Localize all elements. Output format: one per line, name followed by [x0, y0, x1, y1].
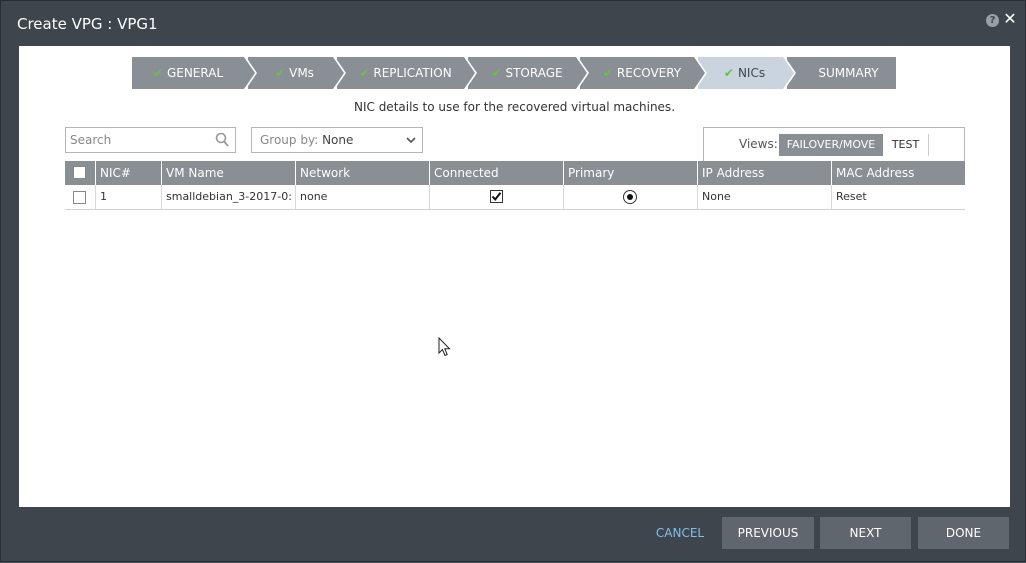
step-label: STORAGE — [505, 66, 563, 80]
checkmark-icon: ✔ — [491, 66, 502, 80]
row-select-cell — [65, 185, 95, 209]
title-bar: Create VPG : VPG1 ? ✕ — [1, 1, 1025, 46]
step-label: VMs — [289, 66, 314, 80]
row-checkbox[interactable] — [73, 191, 86, 204]
col-primary[interactable]: Primary — [563, 161, 697, 185]
page-subtitle: NIC details to use for the recovered vir… — [353, 100, 676, 114]
step-recovery[interactable]: ✔ RECOVERY — [580, 57, 707, 89]
step-storage[interactable]: ✔ STORAGE — [468, 57, 589, 89]
footer: CANCEL PREVIOUS NEXT DONE — [1, 507, 1025, 563]
checkmark-icon: ✔ — [602, 66, 613, 80]
step-general[interactable]: ✔ GENERAL — [132, 57, 257, 89]
cell-primary — [563, 185, 697, 209]
cancel-button[interactable]: CANCEL — [641, 517, 719, 549]
dialog-title: Create VPG : VPG1 — [17, 15, 158, 33]
checkmark-icon: ✔ — [723, 66, 734, 80]
step-label: RECOVERY — [616, 66, 682, 80]
col-mac-address[interactable]: MAC Address — [831, 161, 965, 185]
cell-vm-name: smalldebian_3-2017-0: — [161, 185, 295, 209]
view-test-button[interactable]: TEST — [883, 134, 929, 156]
check-icon — [491, 192, 502, 202]
step-summary[interactable]: SUMMARY — [787, 57, 896, 89]
col-nic[interactable]: NIC# — [95, 161, 161, 185]
view-failover-move-button[interactable]: FAILOVER/MOVE — [779, 134, 883, 156]
step-replication[interactable]: ✔ REPLICATION — [337, 57, 477, 89]
views-toggle: Views: FAILOVER/MOVE TEST — [703, 127, 965, 161]
primary-radio[interactable] — [623, 190, 637, 204]
step-label: GENERAL — [166, 66, 224, 80]
cell-connected — [429, 185, 563, 209]
group-by-value: None — [322, 133, 354, 147]
cell-network[interactable]: none — [295, 185, 429, 209]
step-label: NICs — [737, 66, 766, 80]
create-vpg-dialog: Create VPG : VPG1 ? ✕ ✔ GENERAL ✔ VMs ✔ REP… — [0, 0, 1026, 562]
cell-nic: 1 — [95, 185, 161, 209]
mouse-cursor-icon — [438, 337, 451, 357]
next-button[interactable]: NEXT — [820, 517, 911, 549]
close-icon[interactable]: ✕ — [1002, 10, 1018, 28]
chevron-down-icon — [406, 137, 416, 144]
content-panel: ✔ GENERAL ✔ VMs ✔ REPLICATION ✔ STORAGE ✔ REC… — [19, 46, 1010, 507]
search-icon[interactable] — [215, 132, 229, 148]
table-row[interactable]: 1 smalldebian_3-2017-0: none None Reset — [65, 185, 965, 210]
checkmark-icon: ✔ — [275, 66, 286, 80]
group-by-label: Group by: — [260, 133, 319, 147]
col-vm-name[interactable]: VM Name — [161, 161, 295, 185]
cell-mac-address[interactable]: Reset — [831, 185, 965, 209]
col-ip-address[interactable]: IP Address — [697, 161, 831, 185]
step-nics[interactable]: ✔ NICs — [698, 57, 796, 89]
select-all-cell — [65, 161, 95, 185]
col-network[interactable]: Network — [295, 161, 429, 185]
previous-button[interactable]: PREVIOUS — [722, 517, 814, 549]
step-vms[interactable]: ✔ VMs — [248, 57, 346, 89]
done-button[interactable]: DONE — [918, 517, 1009, 549]
checkmark-icon: ✔ — [359, 66, 370, 80]
step-label: REPLICATION — [373, 66, 452, 80]
connected-checkbox[interactable] — [490, 190, 503, 203]
group-by-select[interactable]: Group by: None — [251, 127, 423, 153]
table-header: NIC# VM Name Network Connected Primary I… — [65, 161, 965, 185]
help-icon[interactable]: ? — [986, 14, 999, 27]
wizard-steps: ✔ GENERAL ✔ VMs ✔ REPLICATION ✔ STORAGE ✔ REC… — [132, 57, 896, 89]
select-all-checkbox[interactable] — [73, 166, 86, 179]
col-connected[interactable]: Connected — [429, 161, 563, 185]
views-label: Views: — [739, 137, 778, 151]
cell-ip-address[interactable]: None — [697, 185, 831, 209]
search-input[interactable] — [70, 131, 210, 149]
checkmark-icon: ✔ — [152, 66, 163, 80]
search-box — [65, 127, 236, 153]
step-label: SUMMARY — [818, 66, 879, 80]
